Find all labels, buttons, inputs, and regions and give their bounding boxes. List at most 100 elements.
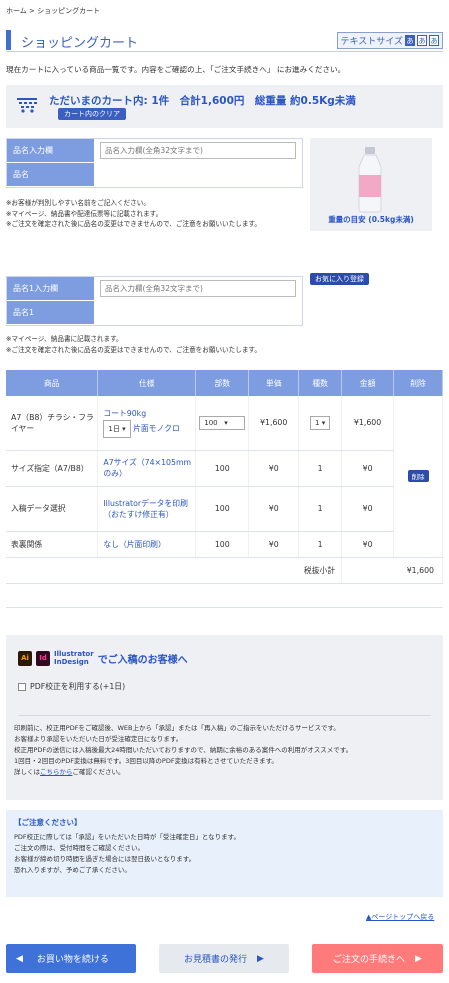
illustrator-icon: Ai [18,650,32,666]
issue-estimate-button[interactable]: お見積書の発行 ▶ [159,944,289,973]
item-spec-link[interactable]: A7サイズ（74×105mmのみ） [97,450,197,487]
breadcrumb-separator: > [29,7,35,15]
detail-link[interactable]: こちらから [40,768,73,776]
checkout-label: ご注文の手続きへ [333,955,406,965]
continue-shopping-button[interactable]: ◀ お買い物を続ける [6,944,136,973]
item-spec-link[interactable]: Illustratorデータを印刷（おたすけ修正有） [97,486,197,532]
column-header: 商品 [6,370,99,396]
caution-title: 【ご注意ください】 [14,818,82,827]
form-label: 品名1入力欄 [7,277,94,300]
note-line: ※ご注文を確定された後に品名の変更はできませんので、ご注意をお願いいたします。 [6,220,261,228]
continue-shopping-label: お買い物を続ける [36,955,109,965]
checkout-button[interactable]: ご注文の手続きへ ▶ [312,944,443,973]
subtotal-value: ¥1,600 [341,557,443,584]
title-accent-bar [6,30,11,50]
issue-estimate-label: お見積書の発行 [184,955,248,965]
amount: ¥0 [341,450,395,487]
indesign-icon: Id [36,650,50,666]
weight-guide-label: 重量の目安 (0.5kg未満) [328,215,414,224]
section-divider [6,607,443,608]
desc-line: 詳しくはこちらからご確認ください。 [14,767,352,778]
table-row: 入稿データ選択 Illustratorデータを印刷（おたすけ修正有） 100 ¥… [6,486,443,532]
form1-notes: ※お客様が判別しやすい名前をご記入ください。 ※マイページ、納品書や配達伝票等に… [6,198,261,230]
page-title-bar: ショッピングカート テキストサイズ あ あ あ [6,30,443,52]
text-size-label: テキストサイズ [340,37,403,47]
form-row: 品名1入力欄 [7,277,302,301]
note-line: ※マイページ、納品書に記載されます。 [6,335,123,343]
desc-line: 1回目・2回目のPDF変換は無料です。3回目以降のPDF変換は有料とさせていただ… [14,757,278,765]
product-name-input[interactable] [100,142,296,159]
favorite-register-button[interactable]: お気に入り登録 [310,273,369,285]
illustrator-heading: Ai Id Illustrator InDesign でご入稿のお客様へ [18,650,188,666]
detail-post: ご確認ください。 [72,768,125,776]
days-select[interactable]: 1日 ▾ [103,419,131,438]
pdf-proof-checkbox[interactable] [18,682,26,691]
cart-items-table: 商品 仕様 部数 単価 種数 金額 削除 A7（B8）チラシ・フライヤー コート… [6,370,443,584]
page-top-link[interactable]: ▲ページトップへ戻る [366,912,434,922]
product-name1-input[interactable] [100,280,296,297]
note-line: ※マイページ、納品書や配達伝票等に記載されます。 [6,209,163,218]
days-value: 1日 [108,424,120,433]
qty-select[interactable]: 100 ▾ [199,415,246,430]
illustrator-info-box: Ai Id Illustrator InDesign でご入稿のお客様へ PDF… [6,635,443,800]
caution-line: 恐れ入りますが、予めご了承ください。 [14,866,131,874]
brand-line-2: InDesign [54,658,89,666]
caution-box: 【ご注意ください】 PDF校正に際しては「承認」をいただいた日時が「受注確定日」… [6,810,443,897]
subtotal-label: 税抜小計 [6,557,343,584]
text-size-medium-button[interactable]: あ [417,35,427,46]
pdf-proof-label: PDF校正を利用する(+1日) [30,682,126,691]
form-row: 品名入力欄 [7,139,302,163]
kinds-cell: 1 ▾ [298,396,343,451]
pdf-proof-option[interactable]: PDF校正を利用する(+1日) [18,681,125,692]
kinds-value: 1 [315,418,320,427]
brand-line-1: Illustrator [54,650,94,658]
item-spec: コート90kg 1日 ▾ 片面モノクロ [97,396,197,451]
item-name: サイズ指定（A7/B8） [6,450,99,487]
amount: ¥0 [341,486,395,532]
kinds-select[interactable]: 1 ▾ [310,415,331,430]
form-row: 品名 [7,163,302,187]
desc-line: お客様より承認をいただいた日が受注確定日になります。 [14,735,183,743]
qty: 100 [195,486,250,532]
item-spec-link[interactable]: なし（片面印刷） [97,531,197,558]
clear-cart-button[interactable]: カート内のクリア [58,108,126,120]
spec-paper-link[interactable]: コート90kg [103,408,195,420]
product-name-form: 品名入力欄 品名 [6,138,303,188]
bottle-icon [358,147,382,213]
chevron-right-icon: ▶ [257,953,264,964]
table-row: 表裏関係 なし（片面印刷） 100 ¥0 1 ¥0 [6,531,443,558]
cart-icon [17,98,37,113]
column-header: 金額 [341,370,395,396]
text-size-small-button[interactable]: あ [405,35,415,46]
form-value-cell [94,139,302,162]
delete-button[interactable]: 削除 [407,470,429,483]
caution-line: お客様が締め切り時間を過ぎた場合には翌日扱いとなります。 [14,855,196,863]
form-value-cell [94,277,302,300]
delete-cell: 削除 [393,396,443,558]
amount: ¥0 [341,531,395,558]
qty: 100 [195,531,250,558]
spec-print-link[interactable]: 片面モノクロ [133,424,180,433]
item-name: 入稿データ選択 [6,486,99,532]
desc-line: 校正用PDFの送信には入稿後最大24時間いただいておりますので、納期に余裕のある… [14,746,353,754]
breadcrumb-home-link[interactable]: ホーム [6,7,27,15]
note-line: ※お客様が判別しやすい名前をご記入ください。 [6,199,150,207]
unit-price: ¥0 [248,531,300,558]
form-label: 品名 [7,163,94,186]
caution-text: PDF校正に際しては「承認」をいただいた日時が「受注確定日」となります。 ご注文… [14,832,240,876]
item-name: 表裏関係 [6,531,99,558]
caution-line: PDF校正に際しては「承認」をいただいた日時が「受注確定日」となります。 [14,833,240,841]
illustrator-description: 印刷前に、校正用PDFをご確認後、WEB上から「承認」または「再入稿」のご指示を… [14,723,352,778]
cart-summary-box: ただいまのカート内: 1件 合計1,600円 総重量 約0.5Kg未満 カート内… [6,85,443,128]
weight-guide-box: 重量の目安 (0.5kg未満) [310,138,432,231]
text-size-large-button[interactable]: あ [429,35,439,46]
column-header: 部数 [195,370,250,396]
kinds: 1 [298,486,343,532]
column-header: 単価 [248,370,300,396]
breadcrumb-current: ショッピングカート [37,7,101,15]
table-row: サイズ指定（A7/B8） A7サイズ（74×105mmのみ） 100 ¥0 1 … [6,450,443,487]
kinds: 1 [298,531,343,558]
form-label: 品名入力欄 [7,139,94,162]
chevron-right-icon: ▶ [415,953,422,964]
intro-text: 現在カートに入っている商品一覧です。内容をご確認の上、「ご注文手続きへ」 にお進… [6,65,346,74]
